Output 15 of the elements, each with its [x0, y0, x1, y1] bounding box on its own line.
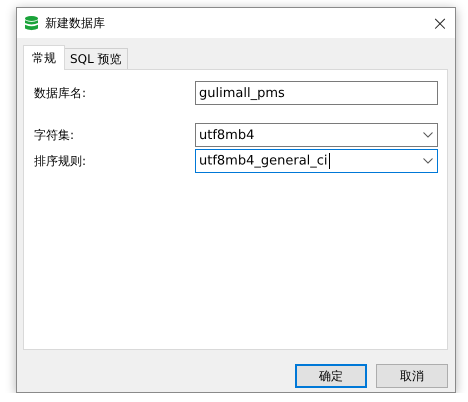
chevron-down-icon [423, 132, 433, 138]
chevron-down-icon [423, 158, 433, 164]
input-field[interactable]: gulimall_pms [195, 81, 438, 105]
tab[interactable]: SQL 预览 [64, 48, 128, 69]
cancel-button[interactable]: 取消 [376, 364, 448, 388]
dropdown-field[interactable]: utf8mb4 [195, 123, 438, 147]
tab[interactable]: 常规 [23, 45, 65, 70]
close-button[interactable]: × [425, 11, 455, 35]
window-title: 新建数据库 [45, 14, 106, 32]
field-label: 排序规则: [34, 152, 88, 170]
field-label: 数据库名: [34, 84, 88, 102]
field-label: 字符集: [34, 126, 76, 144]
ok-button[interactable]: 确定 [295, 364, 367, 388]
database-icon [25, 16, 38, 30]
dropdown-field[interactable]: utf8mb4_general_ci [195, 149, 438, 173]
